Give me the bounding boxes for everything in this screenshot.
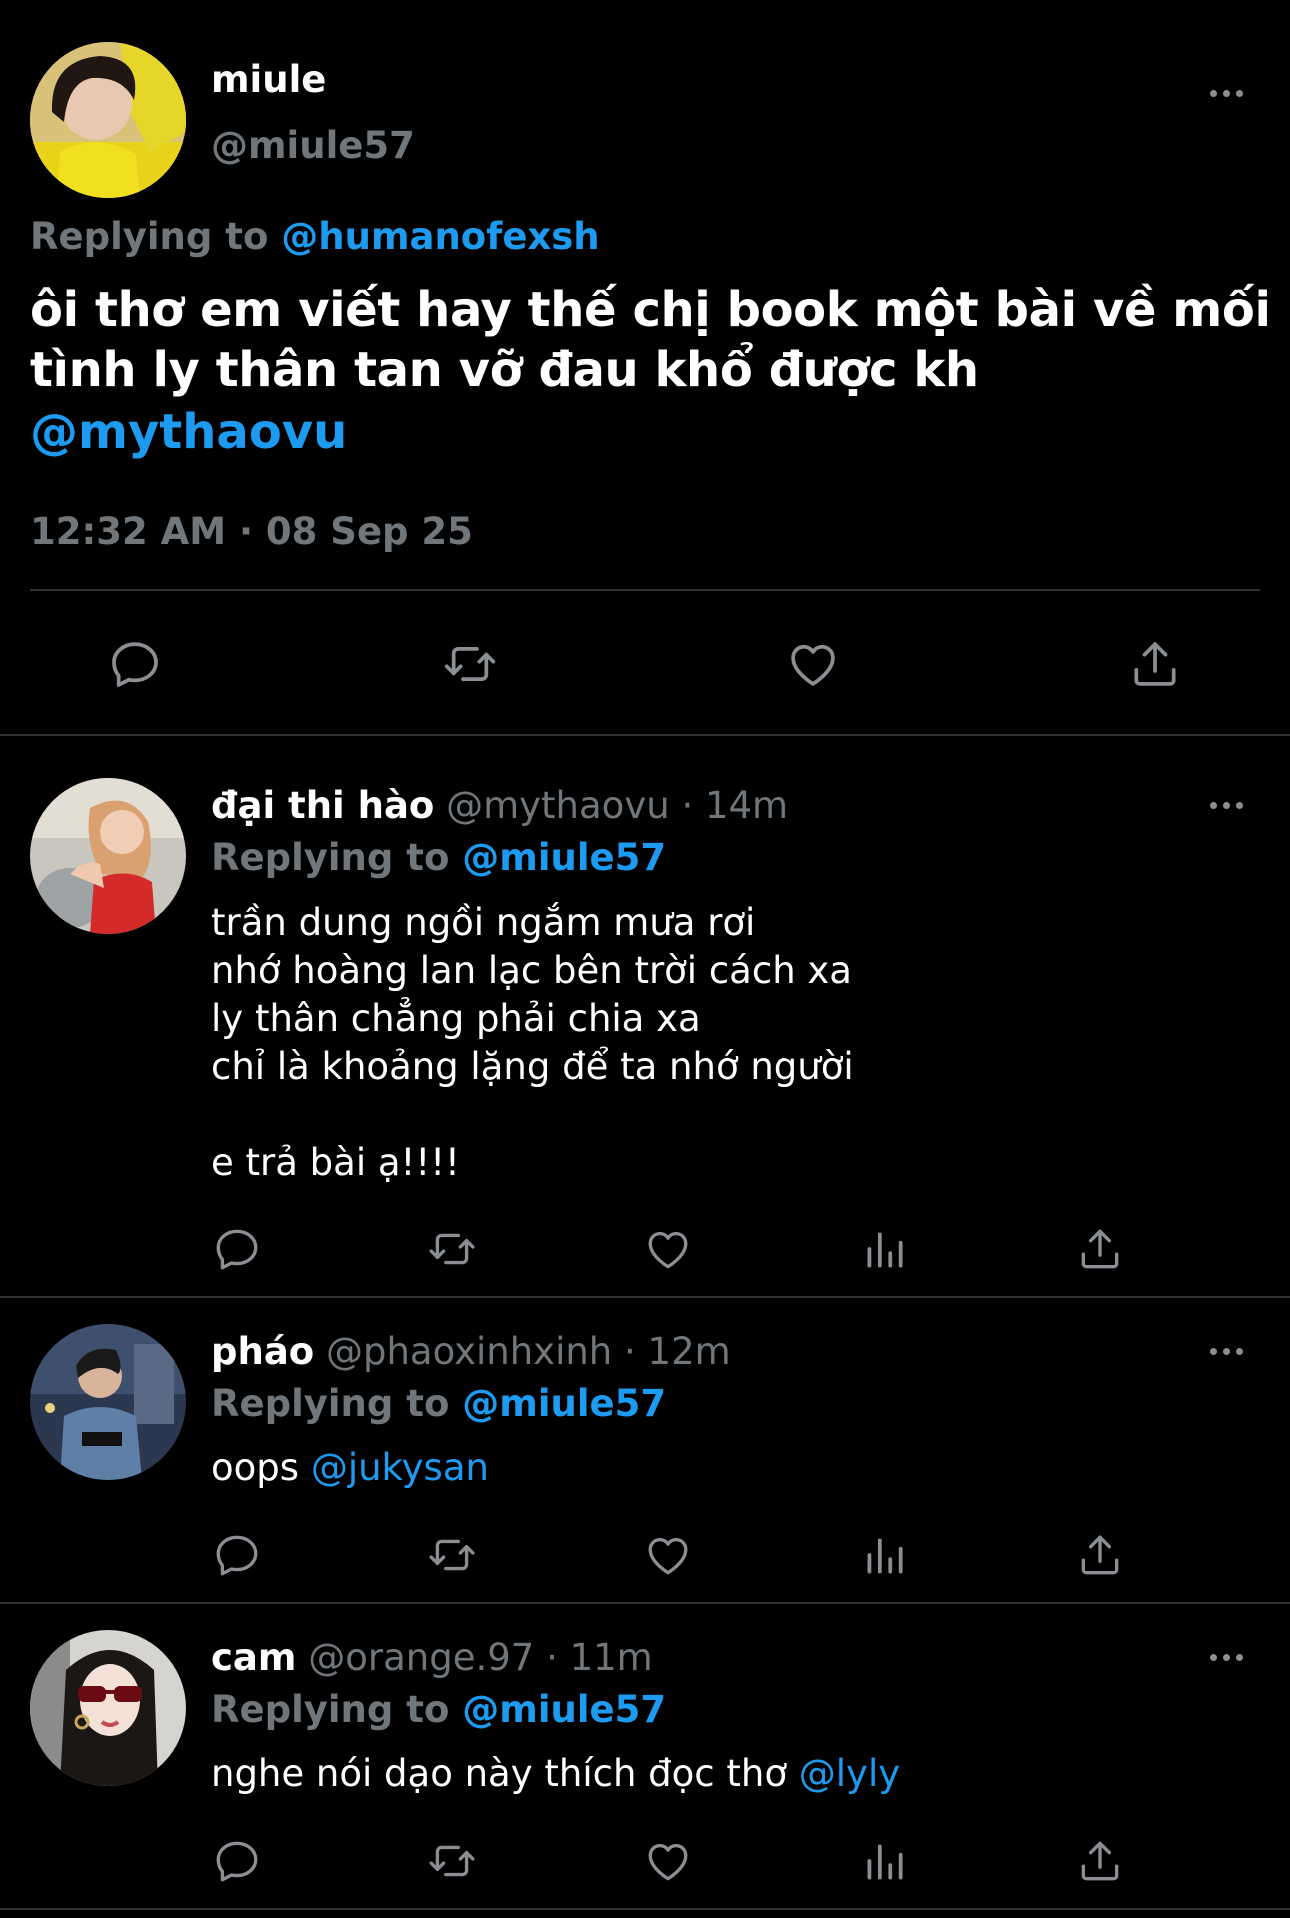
handle[interactable]: @miule57: [211, 124, 415, 167]
like-icon[interactable]: [785, 636, 841, 692]
avatar[interactable]: [30, 1630, 186, 1786]
reply-time[interactable]: · 12m: [624, 1330, 731, 1373]
share-icon[interactable]: [1075, 1836, 1125, 1886]
replying-prefix: Replying to: [211, 1688, 450, 1731]
avatar[interactable]: [30, 1324, 186, 1480]
reply-text: nghe nói dạo này thích đọc thơ @lyly: [211, 1752, 900, 1795]
retweet-icon[interactable]: [427, 1530, 477, 1580]
more-options-icon[interactable]: [1210, 90, 1243, 97]
section-divider: [0, 734, 1290, 736]
handle[interactable]: @mythaovu: [446, 784, 670, 827]
tweet-text-line-1: ôi thơ em viết hay thế chị book một bài …: [30, 282, 1271, 338]
reply-header: cam @orange.97 · 11m: [211, 1636, 653, 1679]
tweet-text-line-2: tình ly thân tan vỡ đau khổ được kh: [30, 342, 979, 398]
reply-text: oops @jukysan: [211, 1446, 489, 1489]
replying-prefix: Replying to: [30, 215, 269, 258]
analytics-icon[interactable]: [859, 1836, 909, 1886]
reply-body: nghe nói dạo này thích đọc thơ: [211, 1752, 787, 1795]
reply-body: oops: [211, 1446, 300, 1489]
replying-prefix: Replying to: [211, 836, 450, 879]
section-divider: [0, 1908, 1290, 1910]
more-options-icon[interactable]: [1210, 802, 1243, 809]
more-options-icon[interactable]: [1210, 1348, 1243, 1355]
reply-icon[interactable]: [212, 1530, 262, 1580]
share-icon[interactable]: [1127, 636, 1183, 692]
poem-line: chỉ là khoảng lặng để ta nhớ người: [211, 1045, 854, 1088]
share-icon[interactable]: [1075, 1224, 1125, 1274]
avatar[interactable]: [30, 778, 186, 934]
retweet-icon[interactable]: [427, 1224, 477, 1274]
reply-text: trần dung ngồi ngắm mưa rơi nhớ hoàng la…: [211, 899, 854, 1187]
reply-icon[interactable]: [212, 1224, 262, 1274]
reply-header: pháo @phaoxinhxinh · 12m: [211, 1330, 731, 1373]
handle[interactable]: @phaoxinhxinh: [326, 1330, 612, 1373]
replying-handle-link[interactable]: @miule57: [462, 836, 666, 879]
display-name[interactable]: đại thi hào: [211, 784, 434, 827]
analytics-icon[interactable]: [859, 1530, 909, 1580]
retweet-icon[interactable]: [442, 636, 498, 692]
poem-line: trần dung ngồi ngắm mưa rơi: [211, 901, 756, 944]
reply-header: đại thi hào @mythaovu · 14m: [211, 784, 788, 827]
replying-handle-link[interactable]: @humanofexsh: [281, 215, 599, 258]
replying-handle-link[interactable]: @miule57: [462, 1688, 666, 1731]
like-icon[interactable]: [643, 1836, 693, 1886]
poem-line: [211, 1091, 854, 1139]
reply-time[interactable]: · 14m: [681, 784, 788, 827]
mention-link[interactable]: @lyly: [799, 1752, 900, 1795]
replying-to: Replying to @humanofexsh: [30, 215, 600, 258]
poem-line: ly thân chẳng phải chia xa: [211, 997, 701, 1040]
mention-link[interactable]: @mythaovu: [30, 404, 347, 460]
share-icon[interactable]: [1075, 1530, 1125, 1580]
handle[interactable]: @orange.97: [308, 1636, 534, 1679]
display-name[interactable]: pháo: [211, 1330, 314, 1373]
like-icon[interactable]: [643, 1224, 693, 1274]
more-options-icon[interactable]: [1210, 1654, 1243, 1661]
avatar[interactable]: [30, 42, 186, 198]
reply-icon[interactable]: [212, 1836, 262, 1886]
replying-handle-link[interactable]: @miule57: [462, 1382, 666, 1425]
display-name[interactable]: cam: [211, 1636, 296, 1679]
section-divider: [0, 1296, 1290, 1298]
replying-to: Replying to @miule57: [211, 1688, 666, 1731]
like-icon[interactable]: [643, 1530, 693, 1580]
poem-line: nhớ hoàng lan lạc bên trời cách xa: [211, 949, 852, 992]
analytics-icon[interactable]: [859, 1224, 909, 1274]
retweet-icon[interactable]: [427, 1836, 477, 1886]
mention-link[interactable]: @jukysan: [311, 1446, 489, 1489]
replying-to: Replying to @miule57: [211, 836, 666, 879]
display-name[interactable]: miule: [211, 58, 326, 101]
timestamp[interactable]: 12:32 AM · 08 Sep 25: [30, 510, 473, 553]
main-divider: [30, 589, 1260, 591]
replying-prefix: Replying to: [211, 1382, 450, 1425]
reply-time[interactable]: · 11m: [546, 1636, 653, 1679]
reply-icon[interactable]: [107, 636, 163, 692]
poem-line: e trả bài ạ!!!!: [211, 1141, 460, 1184]
section-divider: [0, 1602, 1290, 1604]
replying-to: Replying to @miule57: [211, 1382, 666, 1425]
